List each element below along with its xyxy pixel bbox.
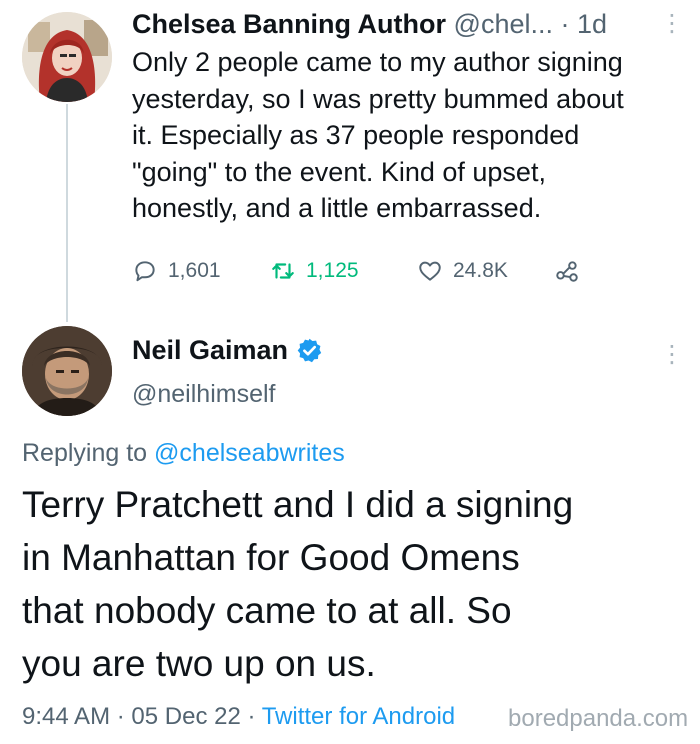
reply-count: 1,601 [168, 259, 221, 282]
author-name[interactable]: Chelsea Banning Author [132, 9, 446, 39]
meta-separator: · [247, 703, 256, 730]
meta-separator: · [116, 703, 125, 730]
share-button[interactable] [554, 256, 580, 286]
author-handle[interactable]: @neilhimself [132, 378, 275, 410]
profile-photo-icon [22, 326, 112, 416]
like-button[interactable]: 24.8K [417, 256, 508, 286]
profile-photo-icon [22, 12, 112, 102]
tweet-text-line: Only 2 people came to my author signing [132, 47, 623, 77]
retweet-button[interactable]: 1,125 [270, 256, 359, 286]
tweet-text-line: that nobody came to at all. So [22, 590, 512, 631]
like-count: 24.8K [453, 259, 508, 282]
tweet-text-line: yesterday, so I was pretty bummed about [132, 83, 624, 114]
tweet-meta: 9:44 AM · 05 Dec 22 · Twitter for Androi… [22, 700, 455, 734]
tweet-text-line: "going" to the event. Kind of upset, [132, 156, 546, 187]
reply-icon [135, 261, 155, 282]
tweet-header: Chelsea Banning Author @chel... · 1d [132, 8, 607, 40]
tweet-date[interactable]: 05 Dec 22 [131, 703, 240, 730]
watermark: boredpanda.com [508, 705, 689, 732]
tweet-timestamp[interactable]: 1d [577, 9, 607, 39]
tweet-text-line: in Manhattan for Good Omens [22, 537, 520, 578]
heart-icon [419, 261, 441, 281]
chelsea-avatar[interactable] [22, 12, 112, 102]
thread-connector-line [66, 104, 68, 322]
share-icon [556, 261, 578, 282]
tweet-text-line: honestly, and a little embarrassed. [132, 193, 542, 223]
tweet-text: Only 2 people came to my author signing … [132, 44, 687, 227]
neil-avatar[interactable] [22, 326, 112, 416]
retweet-icon [272, 263, 294, 279]
author-handle[interactable]: @chel... [454, 9, 553, 39]
replying-to-mention[interactable]: @chelseabwrites [154, 439, 345, 467]
more-options-icon[interactable]: ⋮ [660, 343, 684, 367]
tweet-action-bar: 1,601 1,125 24.8K [132, 256, 612, 286]
tweet-text-line: Terry Pratchett and I did a signing [22, 484, 574, 525]
reply-author-row: Neil Gaiman [132, 333, 323, 367]
reply-button[interactable]: 1,601 [132, 256, 221, 286]
header-separator: · [560, 9, 570, 39]
reply-tweet-text: Terry Pratchett and I did a signing in M… [22, 478, 692, 690]
more-options-icon[interactable]: ⋮ [660, 12, 684, 36]
replying-to-line: Replying to @chelseabwrites [22, 436, 345, 470]
tweet-text-line: it. Especially as 37 people responded [132, 120, 580, 150]
replying-to-label: Replying to [22, 439, 148, 467]
author-name[interactable]: Neil Gaiman [132, 333, 288, 367]
tweet-time[interactable]: 9:44 AM [22, 703, 110, 730]
tweet-text-line: you are two up on us. [22, 643, 376, 684]
tweet-source-link[interactable]: Twitter for Android [262, 703, 455, 730]
retweet-count: 1,125 [306, 259, 359, 282]
verified-badge-icon [297, 338, 322, 362]
